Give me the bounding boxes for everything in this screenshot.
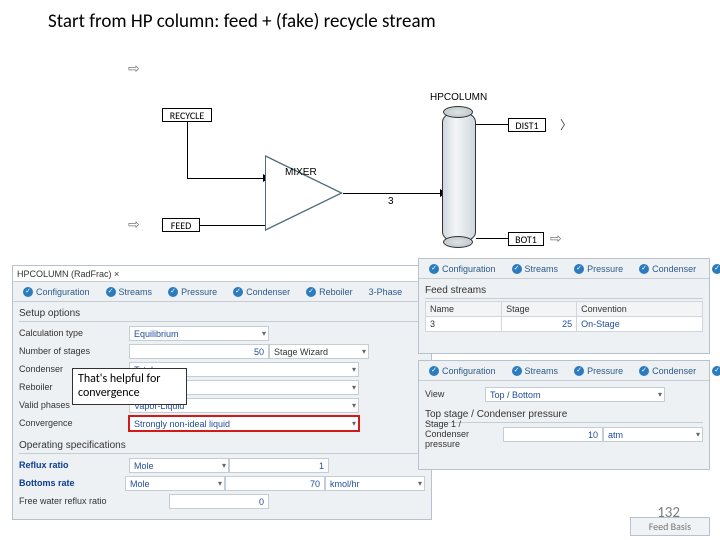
field-bottoms-unit[interactable]: kmol/hr	[325, 476, 425, 491]
annotation-note: That's helpful for convergence	[72, 368, 187, 405]
feed-streams-table: Name Stage Convention 3 25 On-Stage	[425, 301, 703, 332]
section-setup-options: Setup options	[19, 308, 425, 322]
chevron-right-icon: 〉	[560, 116, 572, 133]
tab-pressure[interactable]: ✓Pressure	[162, 287, 223, 297]
stream-dist: DIST1	[508, 118, 546, 132]
slide-title: Start from HP column: feed + (fake) recy…	[48, 10, 436, 33]
port-arrow-icon: ⇨	[128, 216, 140, 233]
tab-reboiler[interactable]: ✓Reboiler	[706, 366, 720, 376]
column-label: HPCOLUMN	[430, 92, 487, 103]
col-stage: Stage	[502, 302, 577, 317]
tabs-row: ✓Configuration ✓Streams ✓Pressure ✓Conde…	[419, 361, 709, 381]
panel-streams: ✓Configuration ✓Streams ✓Pressure ✓Conde…	[418, 258, 710, 354]
tabs-row: ✓Configuration ✓Streams ✓Pressure ✓Conde…	[13, 282, 431, 302]
label-free-water: Free water reflux ratio	[19, 496, 169, 506]
check-icon: ✓	[712, 366, 720, 376]
field-calc-type[interactable]: Equilibrium	[129, 326, 269, 341]
check-icon: ✓	[429, 264, 439, 274]
flowsheet-diagram: ⇨ RECYCLE FEED ⇨ MIXER 3 HPCOLUMN DIST1 …	[130, 60, 590, 270]
table-row[interactable]: 3 25 On-Stage	[426, 317, 703, 332]
cell-name[interactable]: 3	[426, 317, 502, 332]
check-icon: ✓	[574, 264, 584, 274]
mixer-label: MIXER	[285, 167, 317, 178]
stage-wizard-button[interactable]: Stage Wizard	[269, 344, 369, 359]
port-arrow-icon: ⇨	[550, 230, 562, 247]
check-icon: ✓	[306, 287, 316, 297]
check-icon: ✓	[23, 287, 33, 297]
check-icon: ✓	[712, 264, 720, 274]
field-convergence[interactable]: Strongly non-ideal liquid	[129, 416, 359, 431]
tab-condenser[interactable]: ✓Condenser	[227, 287, 296, 297]
tab-pressure[interactable]: ✓Pressure	[568, 264, 629, 274]
label-bottoms-rate: Bottoms rate	[19, 478, 125, 488]
tab-reboiler[interactable]: ✓Reboiler	[300, 287, 359, 297]
check-icon: ✓	[233, 287, 243, 297]
tab-streams[interactable]: ✓Streams	[506, 366, 565, 376]
hpcolumn-block	[442, 112, 476, 242]
field-bottoms-mode[interactable]: Mole	[125, 476, 225, 491]
tab-streams[interactable]: ✓Streams	[100, 287, 159, 297]
field-nstages[interactable]: 50	[129, 344, 269, 359]
check-icon: ✓	[168, 287, 178, 297]
panel-pressure: ✓Configuration ✓Streams ✓Pressure ✓Conde…	[418, 360, 710, 470]
stream-feed: FEED	[162, 218, 200, 232]
label-convergence: Convergence	[19, 418, 129, 428]
col-name: Name	[426, 302, 502, 317]
tab-configuration[interactable]: ✓Configuration	[17, 287, 96, 297]
check-icon: ✓	[512, 366, 522, 376]
tab-condenser[interactable]: ✓Condenser	[633, 264, 702, 274]
check-icon: ✓	[106, 287, 116, 297]
field-reflux-mode[interactable]: Mole	[129, 458, 229, 473]
label-reflux-ratio: Reflux ratio	[19, 460, 129, 470]
check-icon: ✓	[574, 366, 584, 376]
check-icon: ✓	[639, 366, 649, 376]
tab-configuration[interactable]: ✓Configuration	[423, 264, 502, 274]
section-operating-specs: Operating specifications	[19, 440, 425, 454]
check-icon: ✓	[639, 264, 649, 274]
section-feed-streams: Feed streams	[425, 285, 703, 299]
field-bottoms-value[interactable]: 70	[225, 476, 325, 491]
stream-3: 3	[388, 196, 394, 207]
cell-convention[interactable]: On-Stage	[577, 317, 703, 332]
col-convention: Convention	[577, 302, 703, 317]
field-free-water[interactable]: 0	[169, 494, 269, 509]
label-view: View	[425, 389, 485, 399]
field-stage1-value[interactable]: 10	[503, 427, 603, 442]
tab-configuration[interactable]: ✓Configuration	[423, 366, 502, 376]
label-nstages: Number of stages	[19, 346, 129, 356]
tab-streams[interactable]: ✓Streams	[506, 264, 565, 274]
label-stage1-pressure: Stage 1 / Condenser pressure	[425, 419, 503, 449]
check-icon: ✓	[512, 264, 522, 274]
feed-basis-button[interactable]: Feed Basis	[630, 517, 710, 536]
tab-pressure[interactable]: ✓Pressure	[568, 366, 629, 376]
cell-stage[interactable]: 25	[502, 317, 577, 332]
panel-titlebar: HPCOLUMN (RadFrac) ×	[13, 266, 431, 282]
tabs-row: ✓Configuration ✓Streams ✓Pressure ✓Conde…	[419, 259, 709, 279]
stream-recycle: RECYCLE	[162, 108, 212, 122]
tab-3phase[interactable]: 3-Phase	[363, 287, 409, 297]
check-icon: ✓	[429, 366, 439, 376]
tab-reboiler[interactable]: ✓R	[706, 264, 720, 274]
stream-bot: BOT1	[508, 232, 544, 246]
label-calc-type: Calculation type	[19, 328, 129, 338]
field-stage1-unit[interactable]: atm	[603, 427, 703, 442]
field-view[interactable]: Top / Bottom	[485, 387, 665, 402]
tab-condenser[interactable]: ✓Condenser	[633, 366, 702, 376]
port-arrow-icon: ⇨	[128, 60, 140, 77]
field-reflux-value[interactable]: 1	[229, 458, 329, 473]
